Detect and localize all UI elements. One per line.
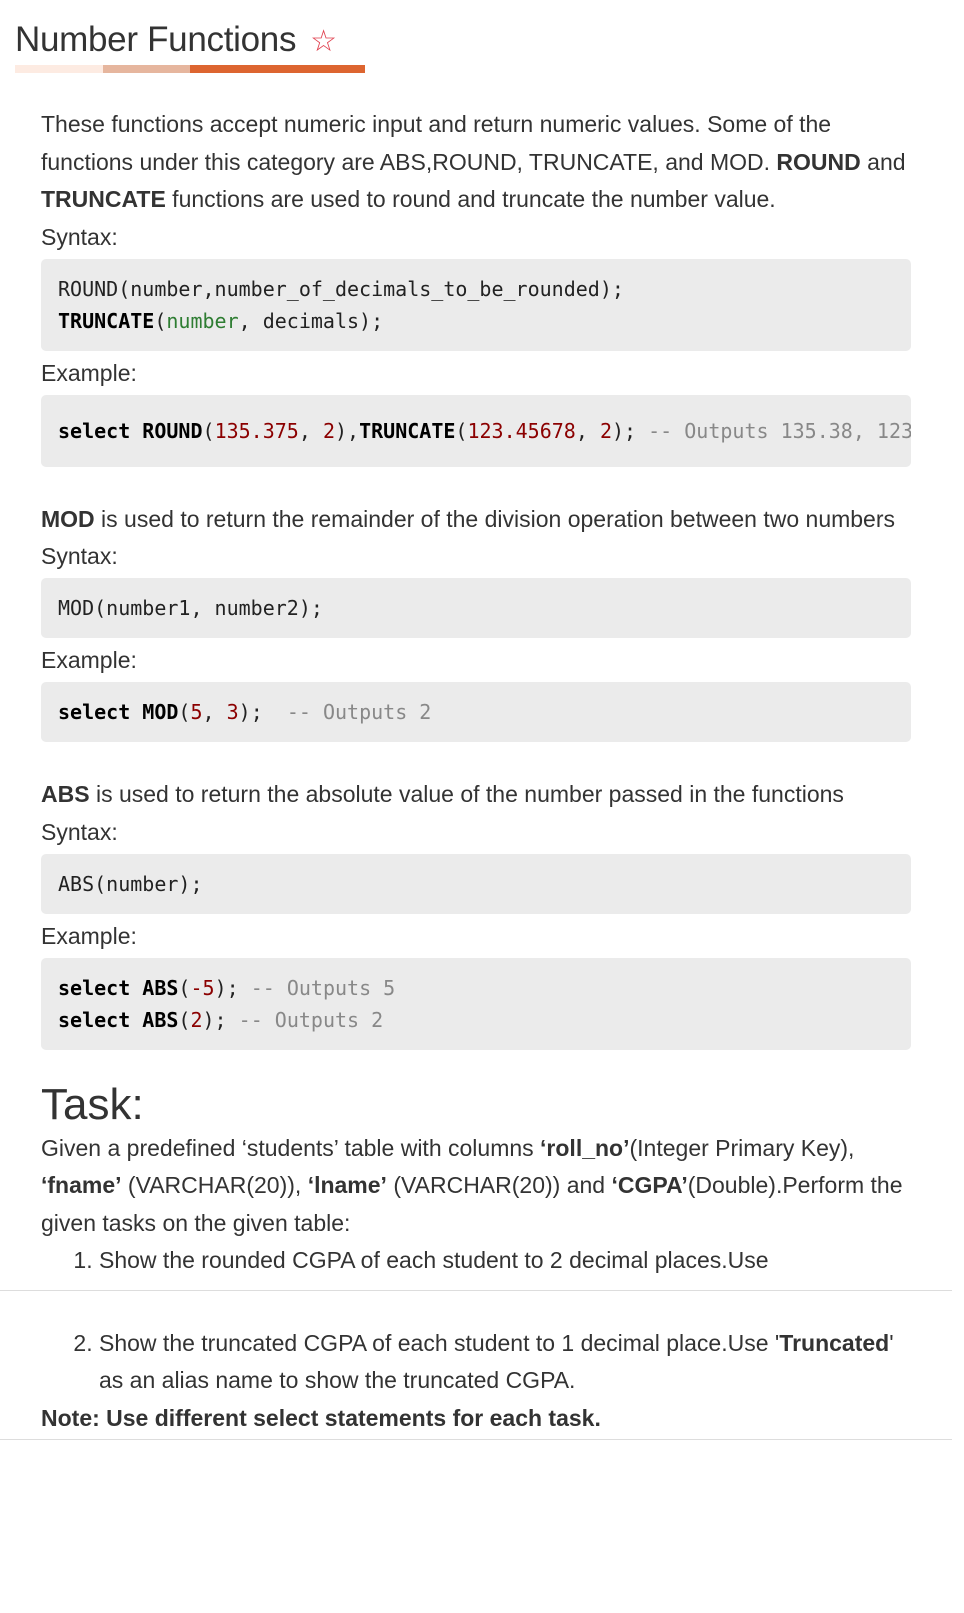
- task-heading: Task:: [41, 1079, 144, 1129]
- example-label: Example:: [41, 359, 137, 386]
- title-underline: [15, 65, 365, 73]
- task-note: Note: Use different select statements fo…: [41, 1404, 601, 1431]
- syntax-label: Syntax:: [41, 818, 118, 845]
- mod-example-code: select MOD(5, 3); -- Outputs 2: [41, 682, 911, 742]
- example-label: Example:: [41, 647, 137, 673]
- abs-paragraph: ABS is used to return the absolute value…: [41, 781, 844, 807]
- round-syntax-code: ROUND(number,number_of_decimals_to_be_ro…: [41, 258, 911, 351]
- divider: [0, 1289, 952, 1291]
- task-item-1: Show the rounded CGPA of each student to…: [99, 1242, 911, 1280]
- example-label: Example:: [41, 922, 137, 949]
- intro-paragraph: These functions accept numeric input and…: [41, 111, 906, 212]
- syntax-label: Syntax:: [41, 543, 118, 569]
- title-text: Number Functions: [15, 20, 297, 59]
- syntax-label: Syntax:: [41, 223, 118, 250]
- page-title: Number Functions ☆: [15, 20, 337, 60]
- abs-syntax-code: ABS(number);: [41, 853, 911, 914]
- divider: [0, 1439, 952, 1440]
- task-paragraph: Given a predefined ‘students’ table with…: [41, 1134, 903, 1236]
- star-icon[interactable]: ☆: [310, 25, 337, 58]
- task-item-2: Show the truncated CGPA of each student …: [99, 1325, 911, 1400]
- mod-paragraph: MOD is used to return the remainder of t…: [41, 505, 896, 532]
- abs-example-code: select ABS(-5); -- Outputs 5 select ABS(…: [41, 957, 911, 1050]
- round-example-code: select ROUND(135.375, 2),TRUNCATE(123.45…: [41, 394, 911, 467]
- mod-syntax-code: MOD(number1, number2);: [41, 578, 911, 638]
